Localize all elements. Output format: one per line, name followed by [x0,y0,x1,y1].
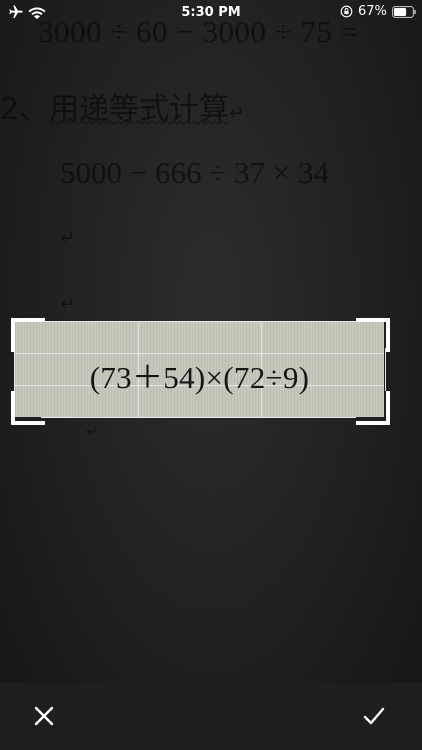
scan-crop-screen: 3000 ÷ 60 − 3000 ÷ 75 = 2、用递等式计算↵ 5000 −… [0,0,422,750]
confirm-button[interactable] [350,692,398,740]
photo-return-mark: ↵ [60,228,76,249]
crop-handle-top-right[interactable] [356,318,390,352]
crop-handle-bottom-right[interactable] [356,391,390,425]
crop-region[interactable]: (73＋54)×(72÷9) [15,322,384,417]
status-bar: 5:30 PM 67% [0,0,422,26]
crop-edge-right [385,348,386,391]
photo-text-line-2-heading: 用递等式计算 [49,92,230,127]
photo-text-line-2-prefix: 2、 [0,92,50,127]
crop-handle-bottom-left[interactable] [11,391,45,425]
checkmark-icon [363,707,385,725]
battery-icon [392,6,416,18]
orientation-lock-icon [340,5,353,18]
photo-small-return-mark: ↵ [86,424,98,440]
crop-edge-top [41,321,356,322]
photo-text-line-3: 5000 − 666 ÷ 37 × 34 [60,155,329,190]
photo-return-mark: ↵ [60,294,76,315]
close-icon [34,706,54,726]
bottom-toolbar [0,683,422,750]
crop-handle-top-left[interactable] [11,318,45,352]
battery-percent: 67% [358,4,387,19]
crop-edge-left [14,348,15,391]
cropped-expression: (73＋54)×(72÷9) [89,360,310,395]
crop-edge-bottom [41,417,356,418]
photo-text-line-2-return-mark: ↵ [229,103,245,124]
photo-text-line-2: 2、用递等式计算↵ [0,84,244,128]
cancel-button[interactable] [20,692,68,740]
